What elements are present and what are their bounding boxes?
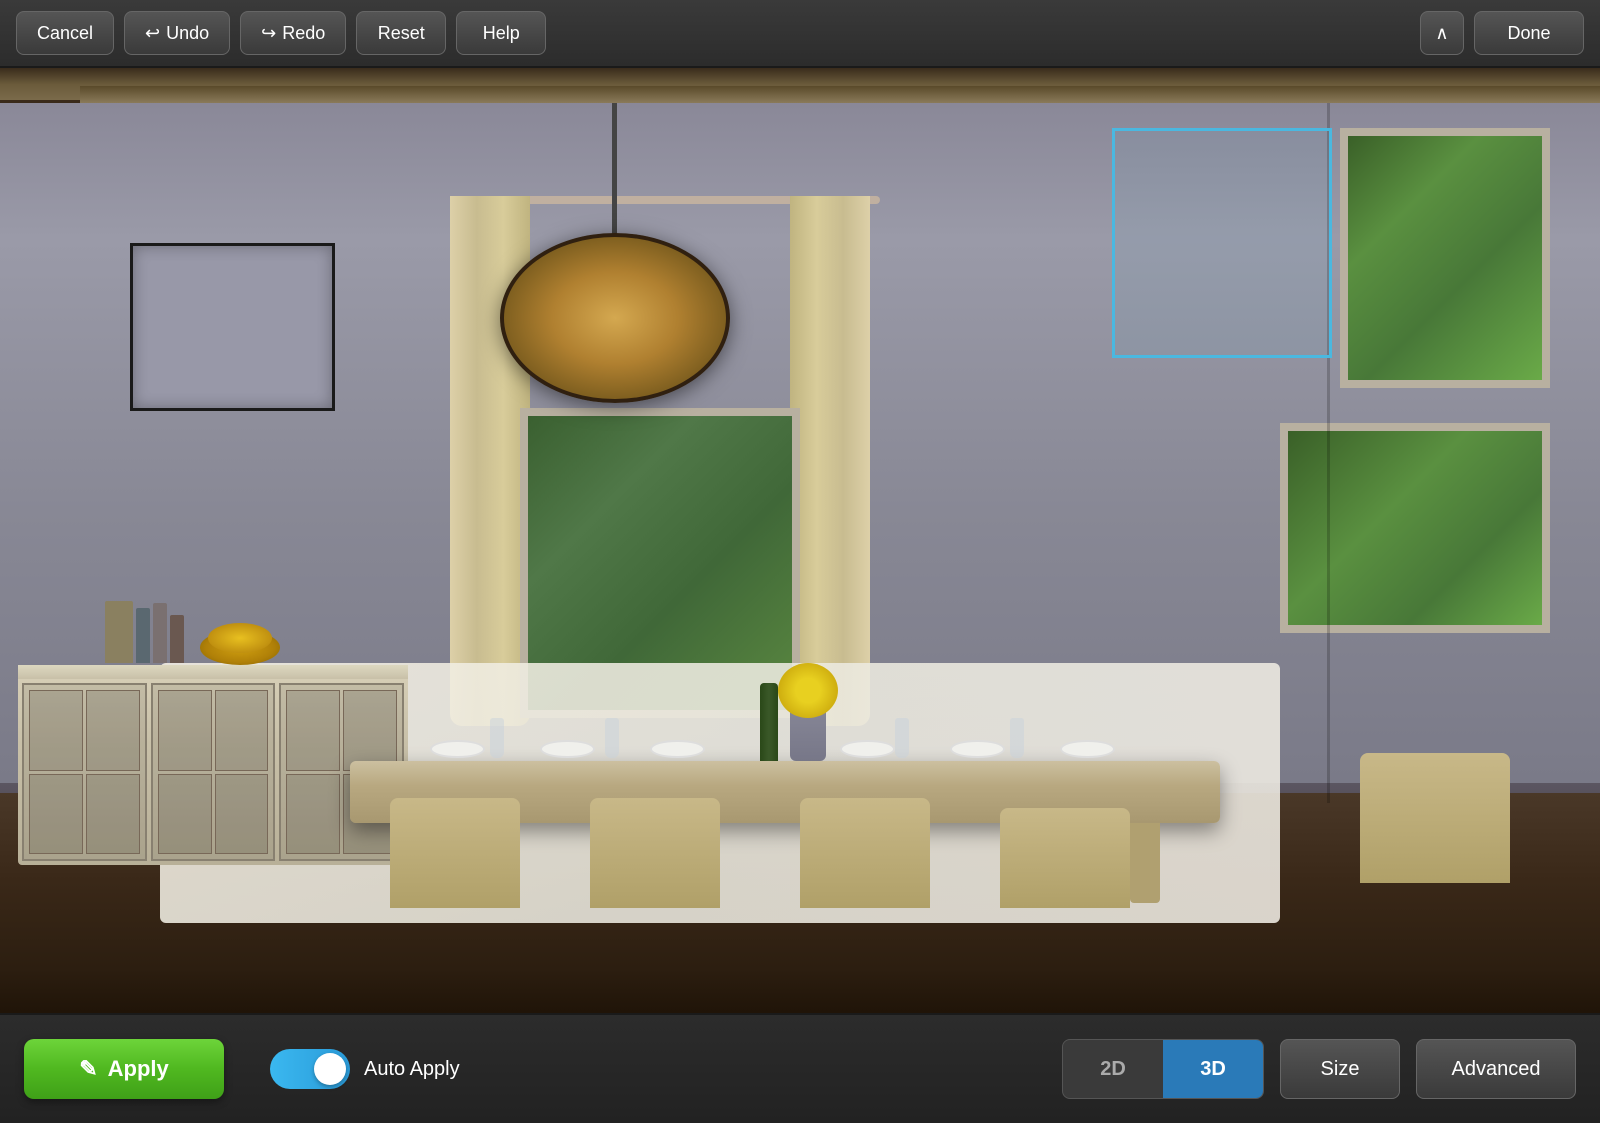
apply-label: Apply — [108, 1056, 169, 1082]
done-button[interactable]: Done — [1474, 11, 1584, 55]
door-pane — [158, 690, 212, 771]
chair-front-left — [390, 798, 520, 908]
help-button[interactable]: Help — [456, 11, 546, 55]
scene-area[interactable] — [0, 68, 1600, 1013]
chair-far-right — [1360, 753, 1510, 883]
toggle-thumb — [314, 1053, 346, 1085]
undo-icon: ↩ — [145, 23, 160, 44]
chevron-up-icon: ∧ — [1435, 23, 1448, 44]
door-pane — [29, 690, 83, 771]
view-mode-group: 2D 3D — [1062, 1039, 1264, 1099]
door-pane — [29, 774, 83, 855]
window-right-top — [1340, 128, 1550, 388]
size-button[interactable]: Size — [1280, 1039, 1400, 1099]
view-2d-button[interactable]: 2D — [1063, 1039, 1163, 1099]
wine-bottle — [760, 683, 778, 761]
chevron-up-button[interactable]: ∧ — [1420, 11, 1464, 55]
auto-apply-toggle[interactable] — [270, 1049, 350, 1089]
curtain-right — [790, 196, 870, 726]
flowers — [778, 663, 838, 718]
door-pane — [158, 774, 212, 855]
redo-icon: ↪ — [261, 23, 276, 44]
redo-button[interactable]: ↪ Redo — [240, 11, 346, 55]
window-right-bottom — [1280, 423, 1550, 633]
chair-front-center — [590, 798, 720, 908]
apply-icon: ✎ — [79, 1056, 97, 1082]
advanced-button[interactable]: Advanced — [1416, 1039, 1576, 1099]
plate-3 — [650, 740, 705, 758]
glass-1 — [490, 718, 504, 758]
room-scene — [0, 68, 1600, 1013]
glass-3 — [895, 718, 909, 758]
top-toolbar: Cancel ↩ Undo ↪ Redo Reset Help ∧ Done — [0, 0, 1600, 68]
chandelier — [500, 233, 730, 403]
reset-button[interactable]: Reset — [356, 11, 446, 55]
plate-1 — [430, 740, 485, 758]
door-pane — [86, 774, 140, 855]
fruits — [208, 623, 272, 653]
cancel-button[interactable]: Cancel — [16, 11, 114, 55]
plate-4 — [840, 740, 895, 758]
chair-front-right-1 — [800, 798, 930, 908]
view-3d-button[interactable]: 3D — [1163, 1039, 1263, 1099]
glass-4 — [1010, 718, 1024, 758]
apply-button[interactable]: ✎ Apply — [24, 1039, 224, 1099]
plate-6 — [1060, 740, 1115, 758]
chair-front-right-2 — [1000, 808, 1130, 908]
door-pane — [286, 774, 340, 855]
door-pane — [86, 690, 140, 771]
glass-2 — [605, 718, 619, 758]
auto-apply-group: Auto Apply — [270, 1049, 460, 1089]
bottom-toolbar: ✎ Apply Auto Apply 2D 3D Size Advanced — [0, 1013, 1600, 1123]
books — [105, 601, 184, 663]
door-pane — [215, 690, 269, 771]
door-pane — [343, 690, 397, 771]
auto-apply-label: Auto Apply — [364, 1058, 460, 1081]
plate-2 — [540, 740, 595, 758]
chandelier-chain — [612, 103, 617, 253]
undo-button[interactable]: ↩ Undo — [124, 11, 230, 55]
art-frame — [130, 243, 335, 411]
door-pane — [286, 690, 340, 771]
plate-5 — [950, 740, 1005, 758]
door-pane — [215, 774, 269, 855]
selection-box — [1112, 128, 1332, 358]
